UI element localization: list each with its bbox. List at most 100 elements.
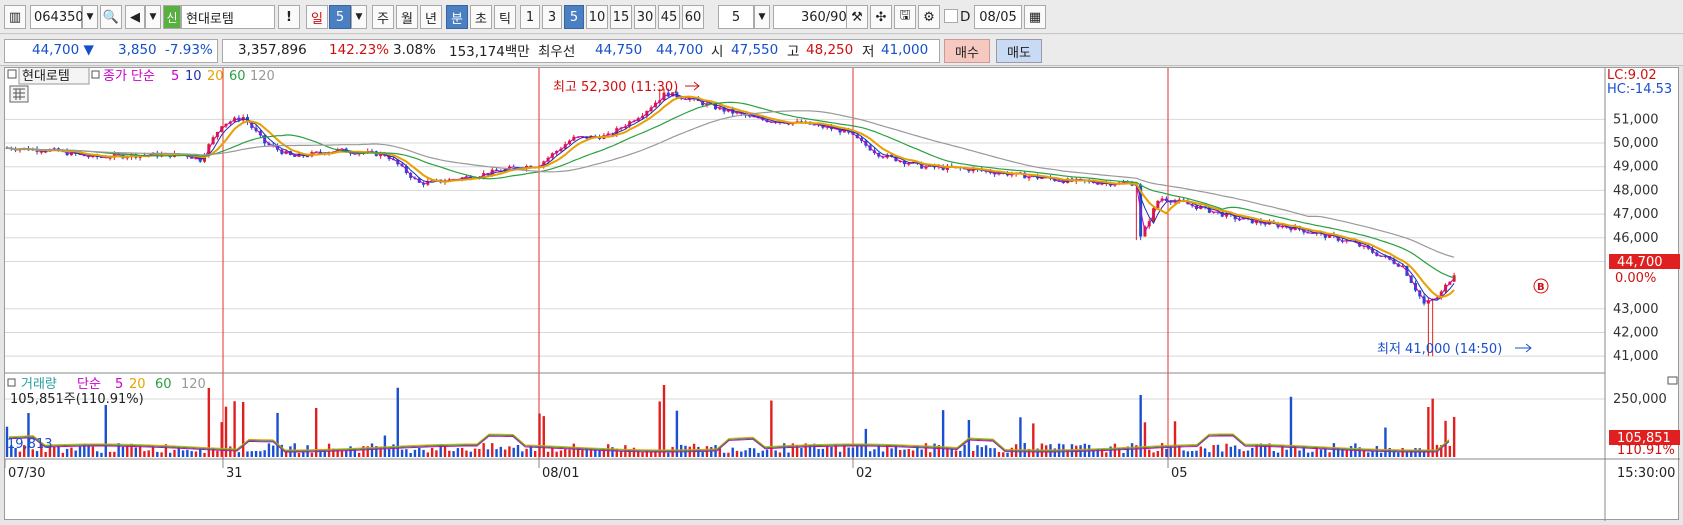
count-select[interactable]: 5 [718,5,754,29]
time-tick-label: 07/30 [8,466,45,481]
volume-bar [405,449,408,457]
indicator-icon[interactable]: ⚒ [846,5,868,29]
volume-bar [237,452,241,457]
best-quote-label: 최우선 [538,44,576,60]
volume-bar [104,405,107,457]
save-icon[interactable]: 🖫 [894,5,916,29]
volume-bar [890,448,893,457]
volume-bar [1238,449,1241,457]
volume-bar [430,447,434,457]
sell-button[interactable]: 매도 [996,39,1042,63]
volume-bar [18,451,22,457]
volume-bar [564,449,567,457]
volume-current-label: 105,851주(110.91%) [10,392,144,407]
volume-bar [220,422,223,457]
volume-bar [400,449,404,457]
buy-button[interactable]: 매수 [944,39,990,63]
volume-bar [1367,452,1370,457]
date-field[interactable]: 08/05 [974,5,1022,29]
volume-bar [920,449,923,457]
grid-toggle-icon[interactable] [9,85,29,103]
legend-ma60: 60 [229,69,246,84]
period-dropdown-icon[interactable]: ▼ [351,5,367,29]
open-price: 47,550 [731,42,779,58]
stock-name-field[interactable]: 현대로템 [181,5,275,29]
period-tick-button[interactable]: 틱 [494,5,516,29]
high-annotation: 최고 52,300 (11:30) [553,80,678,95]
volume-bar [216,450,219,457]
period-week-button[interactable]: 주 [372,5,394,29]
volume-bar [903,449,906,457]
price-tick-label: 50,000 [1613,136,1659,151]
interval-1-button[interactable]: 1 [520,5,540,29]
count-dropdown-icon[interactable]: ▼ [754,5,770,29]
volume-legend-ma60: 60 [155,377,172,392]
code-dropdown-icon[interactable]: ▼ [82,5,98,29]
legend-stock-name: 현대로템 [22,69,70,84]
volume-bar [482,443,485,457]
interval-15-button[interactable]: 15 [610,5,632,29]
search-icon[interactable]: 🔍 [100,5,122,29]
volume-bar [250,451,253,457]
volume-bar [619,451,623,457]
open-label: 시 [711,44,724,60]
volume-bar [229,446,232,457]
volume-bar [911,450,915,457]
volume-bar [800,448,803,457]
volume-bar [555,451,558,457]
chart-area[interactable]: 51,00050,00049,00048,00047,00046,00045,0… [4,66,1680,521]
gear-icon[interactable]: ⚙ [918,5,940,29]
volume-bar [1006,452,1009,457]
volume-bar [997,452,1001,457]
volume-bar [821,448,825,457]
volume-bar [1165,448,1168,457]
volume-bar [263,450,266,457]
volume-bar [70,447,73,457]
interval-5-button[interactable]: 5 [564,5,584,29]
volume-bar [881,451,885,457]
interval-45-button[interactable]: 45 [658,5,680,29]
crosshair-icon[interactable]: ✣ [870,5,892,29]
period-day-button[interactable]: 일 [306,5,328,29]
legend-close-icon [91,70,100,79]
interval-10-button[interactable]: 10 [586,5,608,29]
volume-bar [830,446,833,457]
volume-legend-icon [7,378,16,387]
volume-collapse-icon[interactable] [1667,376,1678,385]
volume-bar [1306,452,1310,457]
badge-new: 신 [163,5,181,29]
period-year-button[interactable]: 년 [420,5,442,29]
volume-bar [1122,452,1125,457]
legend-ma10: 10 [185,69,202,84]
volume-bar [1311,451,1314,457]
legend-close-label: 종가 단순 [103,69,155,84]
volume-bar [1169,446,1172,457]
price-change-pct: -7.93% [165,42,213,58]
volume-bar [409,452,412,457]
interval-60-button[interactable]: 60 [682,5,704,29]
period-month-button[interactable]: 월 [396,5,418,29]
calendar-icon[interactable]: ▦ [1024,5,1046,29]
period-min-button[interactable]: 분 [446,5,468,29]
volume-bar [971,450,975,457]
volume-bar [598,450,601,457]
volume-bar [246,451,249,457]
interval-3-button[interactable]: 3 [542,5,562,29]
layout-icon[interactable]: ▥ [4,5,26,29]
period-sec-button[interactable]: 초 [470,5,492,29]
volume-bar [1285,449,1288,457]
volume-bar [851,447,855,457]
low-arrow-icon [1515,343,1532,353]
volume-current-pct: 110.91% [1617,443,1675,458]
volume-bar [370,443,374,457]
price-chart-svg[interactable]: 51,00050,00049,00048,00047,00046,00045,0… [4,66,1680,521]
volume-bar [65,448,69,457]
sound-dropdown-icon[interactable]: ▼ [145,5,161,29]
sound-icon[interactable]: ◀ [125,5,145,29]
d-checkbox[interactable] [944,9,958,23]
period-num-field[interactable]: 5 [329,5,351,29]
volume-legend-ma120: 120 [181,377,206,392]
alert-button[interactable]: ! [278,5,300,29]
interval-30-button[interactable]: 30 [634,5,656,29]
stock-code-input[interactable]: 064350 [30,5,84,29]
